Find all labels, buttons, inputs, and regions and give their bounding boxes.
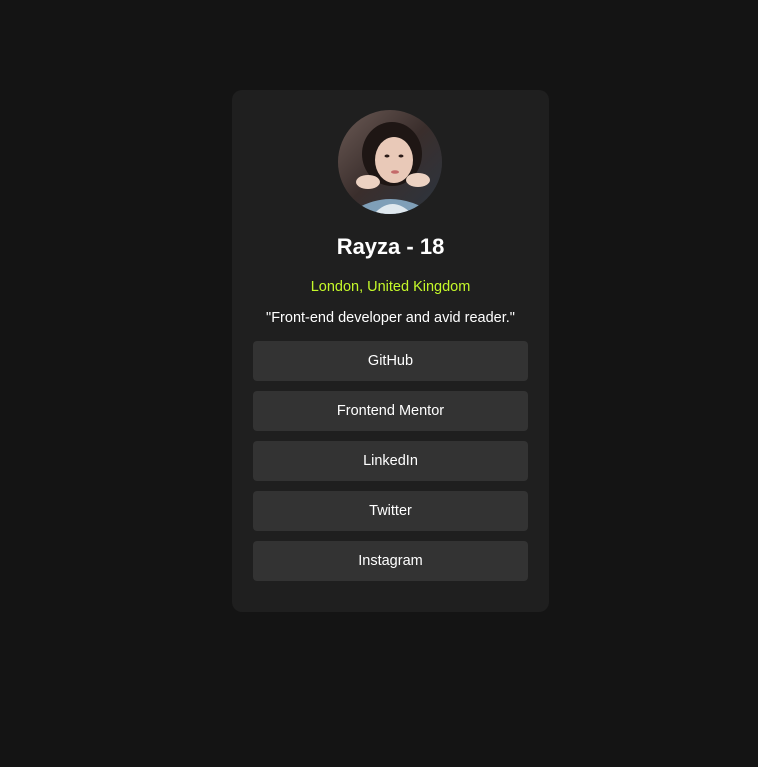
profile-bio: "Front-end developer and avid reader." — [266, 310, 515, 326]
frontend-mentor-link-button[interactable]: Frontend Mentor — [253, 391, 528, 431]
instagram-link-button[interactable]: Instagram — [253, 541, 528, 581]
social-links: GitHub Frontend Mentor LinkedIn Twitter … — [253, 341, 528, 581]
twitter-link-button[interactable]: Twitter — [253, 491, 528, 531]
github-link-button[interactable]: GitHub — [253, 341, 528, 381]
profile-photo-icon — [338, 110, 442, 214]
avatar — [338, 110, 442, 214]
profile-name: Rayza - 18 — [336, 234, 445, 259]
profile-location: London, United Kingdom — [310, 279, 471, 295]
profile-card: Rayza - 18 London, United Kingdom "Front… — [232, 90, 549, 612]
linkedin-link-button[interactable]: LinkedIn — [253, 441, 528, 481]
